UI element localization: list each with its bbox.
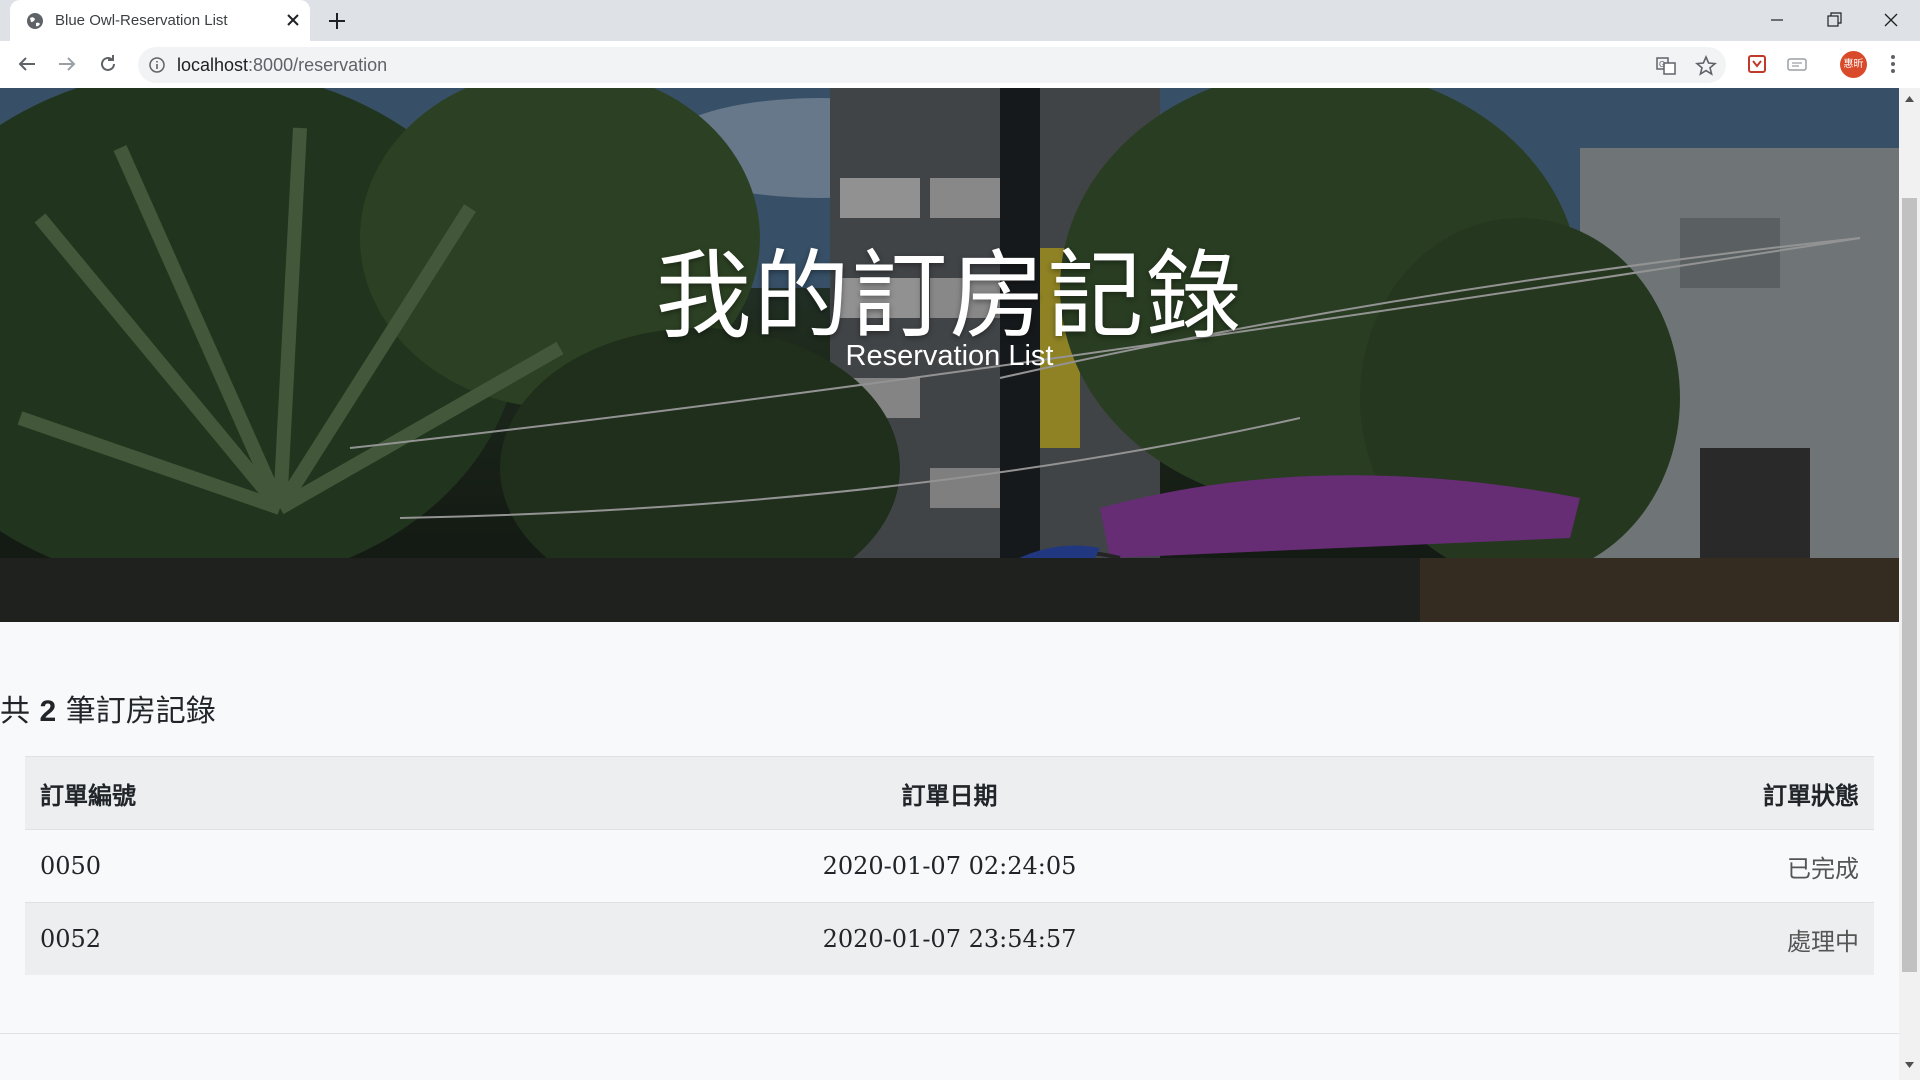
- column-header-order-id: 訂單編號: [25, 756, 441, 830]
- count-number: 2: [39, 695, 57, 728]
- close-window-button[interactable]: [1868, 0, 1914, 41]
- avatar[interactable]: 惠昕: [1840, 51, 1867, 78]
- star-icon[interactable]: [1695, 54, 1717, 77]
- page-content: 我的訂房記錄 Reservation List 共 2 筆訂房記錄 訂單編號 訂…: [0, 88, 1899, 1080]
- close-icon[interactable]: [282, 9, 304, 31]
- restore-button[interactable]: [1811, 0, 1857, 41]
- page-scrollbar[interactable]: [1899, 88, 1920, 1080]
- menu-icon[interactable]: [1883, 52, 1903, 76]
- reload-icon[interactable]: [96, 52, 120, 76]
- scroll-down-icon[interactable]: [1905, 1062, 1914, 1068]
- reservation-count: 共 2 筆訂房記錄: [0, 694, 216, 729]
- tab-strip: Blue Owl-Reservation List: [0, 0, 1920, 41]
- globe-icon: [25, 11, 45, 31]
- page-subtitle: Reservation List: [845, 340, 1054, 372]
- column-header-order-date: 訂單日期: [441, 756, 1458, 830]
- plus-icon[interactable]: [325, 9, 349, 33]
- url-text: localhost:8000/reservation: [177, 55, 388, 75]
- restore-icon: [1827, 12, 1842, 27]
- tab-reservation-list[interactable]: Blue Owl-Reservation List: [10, 0, 310, 41]
- tab-title: Blue Owl-Reservation List: [55, 12, 228, 29]
- order-id: 0052: [25, 902, 441, 975]
- minimize-button[interactable]: [1754, 0, 1800, 41]
- reservation-table: 訂單編號 訂單日期 訂單狀態 0050 2020-01-07 02:24:05 …: [25, 756, 1874, 975]
- table-header-row: 訂單編號 訂單日期 訂單狀態: [25, 756, 1874, 830]
- table-row[interactable]: 0050 2020-01-07 02:24:05 已完成: [25, 829, 1874, 903]
- scroll-up-icon[interactable]: [1905, 96, 1914, 102]
- order-date: 2020-01-07 02:24:05: [441, 829, 1458, 903]
- back-icon[interactable]: [15, 52, 39, 76]
- page-title: 我的訂房記錄: [655, 240, 1244, 352]
- extension-icon[interactable]: [1784, 51, 1810, 77]
- info-icon[interactable]: [149, 57, 165, 73]
- scrollbar-thumb[interactable]: [1902, 198, 1917, 972]
- column-header-order-status: 訂單狀態: [1458, 756, 1874, 830]
- address-bar[interactable]: localhost:8000/reservation G: [138, 47, 1726, 83]
- minimize-icon: [1771, 19, 1783, 21]
- order-status: 已完成: [1458, 829, 1874, 903]
- order-date: 2020-01-07 23:54:57: [441, 902, 1458, 975]
- browser-toolbar: localhost:8000/reservation G 惠昕: [0, 41, 1920, 89]
- translate-icon[interactable]: G: [1655, 55, 1677, 77]
- order-id: 0050: [25, 829, 441, 903]
- order-status: 處理中: [1458, 902, 1874, 975]
- forward-icon[interactable]: [55, 52, 79, 76]
- table-row[interactable]: 0052 2020-01-07 23:54:57 處理中: [25, 902, 1874, 975]
- svg-text:G: G: [1659, 60, 1665, 69]
- hero-banner: 我的訂房記錄 Reservation List: [0, 88, 1899, 622]
- extension-icon[interactable]: [1744, 51, 1770, 77]
- close-icon: [1884, 13, 1898, 27]
- divider: [0, 1033, 1899, 1034]
